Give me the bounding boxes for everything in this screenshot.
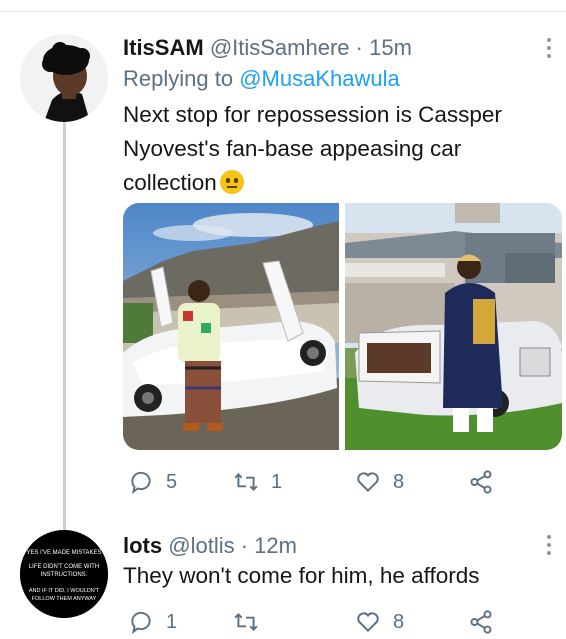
share-button[interactable] (468, 607, 494, 637)
tweet-text-line: They won't come for him, he affords (123, 563, 480, 588)
reply-button[interactable]: 1 (128, 607, 177, 637)
thread-line (63, 122, 66, 530)
tweet-text: They won't come for him, he affords (123, 559, 480, 593)
neutral-face-emoji-icon (219, 170, 244, 194)
avatar[interactable] (20, 34, 108, 122)
like-button[interactable]: 8 (355, 467, 404, 497)
tweet-header: lots @lotlis · 12m (123, 533, 297, 559)
tweet-text-line: Next stop for repossession is Cassper (123, 102, 502, 127)
share-icon (470, 610, 492, 634)
avatar-text-line: INSTRUCTIONS. (41, 572, 88, 578)
reply-count: 5 (166, 470, 178, 493)
tweet-photo-rolls-royce[interactable] (345, 203, 562, 450)
retweet-count: 1 (271, 470, 283, 493)
avatar-text-line: AND IF IT DID, I WOULDN'T (29, 588, 100, 594)
user-handle[interactable]: @ItisSamhere (210, 35, 350, 60)
timestamp[interactable]: 15m (369, 35, 412, 60)
avatar-text-line: LIFE DIDN'T COME WITH (29, 564, 99, 570)
avatar-text-line: FOLLOW THEM ANYWAY (32, 596, 97, 602)
reply-icon (131, 471, 151, 495)
replying-to-label: Replying to (123, 66, 234, 91)
top-divider (0, 0, 566, 12)
retweet-button[interactable]: 1 (233, 467, 282, 497)
more-options-icon[interactable] (545, 535, 553, 555)
tweet-text-line: Nyovest's fan-base appeasing car (123, 136, 462, 161)
tweet-photo-mclaren[interactable] (123, 203, 339, 450)
separator-dot: · (355, 35, 363, 60)
reply-count: 1 (166, 610, 178, 633)
user-handle[interactable]: @lotlis (168, 533, 234, 558)
like-button[interactable]: 8 (355, 607, 404, 637)
like-count: 8 (393, 470, 405, 493)
timestamp[interactable]: 12m (254, 533, 297, 558)
retweet-button[interactable] (233, 607, 271, 637)
display-name[interactable]: ItisSAM (123, 35, 204, 60)
tweet-header: ItisSAM @ItisSamhere · 15m (123, 35, 412, 61)
like-count: 8 (393, 610, 405, 633)
share-icon (470, 470, 492, 494)
retweet-icon (234, 473, 258, 491)
more-options-icon[interactable] (545, 38, 553, 58)
share-button[interactable] (468, 467, 494, 497)
avatar-text-line: YES I'VE MADE MISTAKES (26, 550, 101, 556)
heart-icon (357, 612, 379, 633)
tweet-text-line: collection (123, 170, 217, 195)
reply-icon (131, 611, 151, 635)
reply-button[interactable]: 5 (128, 467, 177, 497)
tweet-text: Next stop for repossession is Cassper Ny… (123, 98, 502, 200)
avatar[interactable]: YES I'VE MADE MISTAKES LIFE DIDN'T COME … (20, 530, 108, 618)
display-name[interactable]: lots (123, 533, 162, 558)
retweet-icon (234, 613, 258, 631)
replying-to: Replying to @MusaKhawula (123, 66, 400, 92)
tweet-actions: 5 1 8 (123, 467, 543, 497)
reply-mention-link[interactable]: @MusaKhawula (239, 66, 400, 91)
heart-icon (357, 472, 379, 493)
tweet-actions: 1 8 (123, 607, 543, 637)
separator-dot: · (240, 533, 249, 558)
